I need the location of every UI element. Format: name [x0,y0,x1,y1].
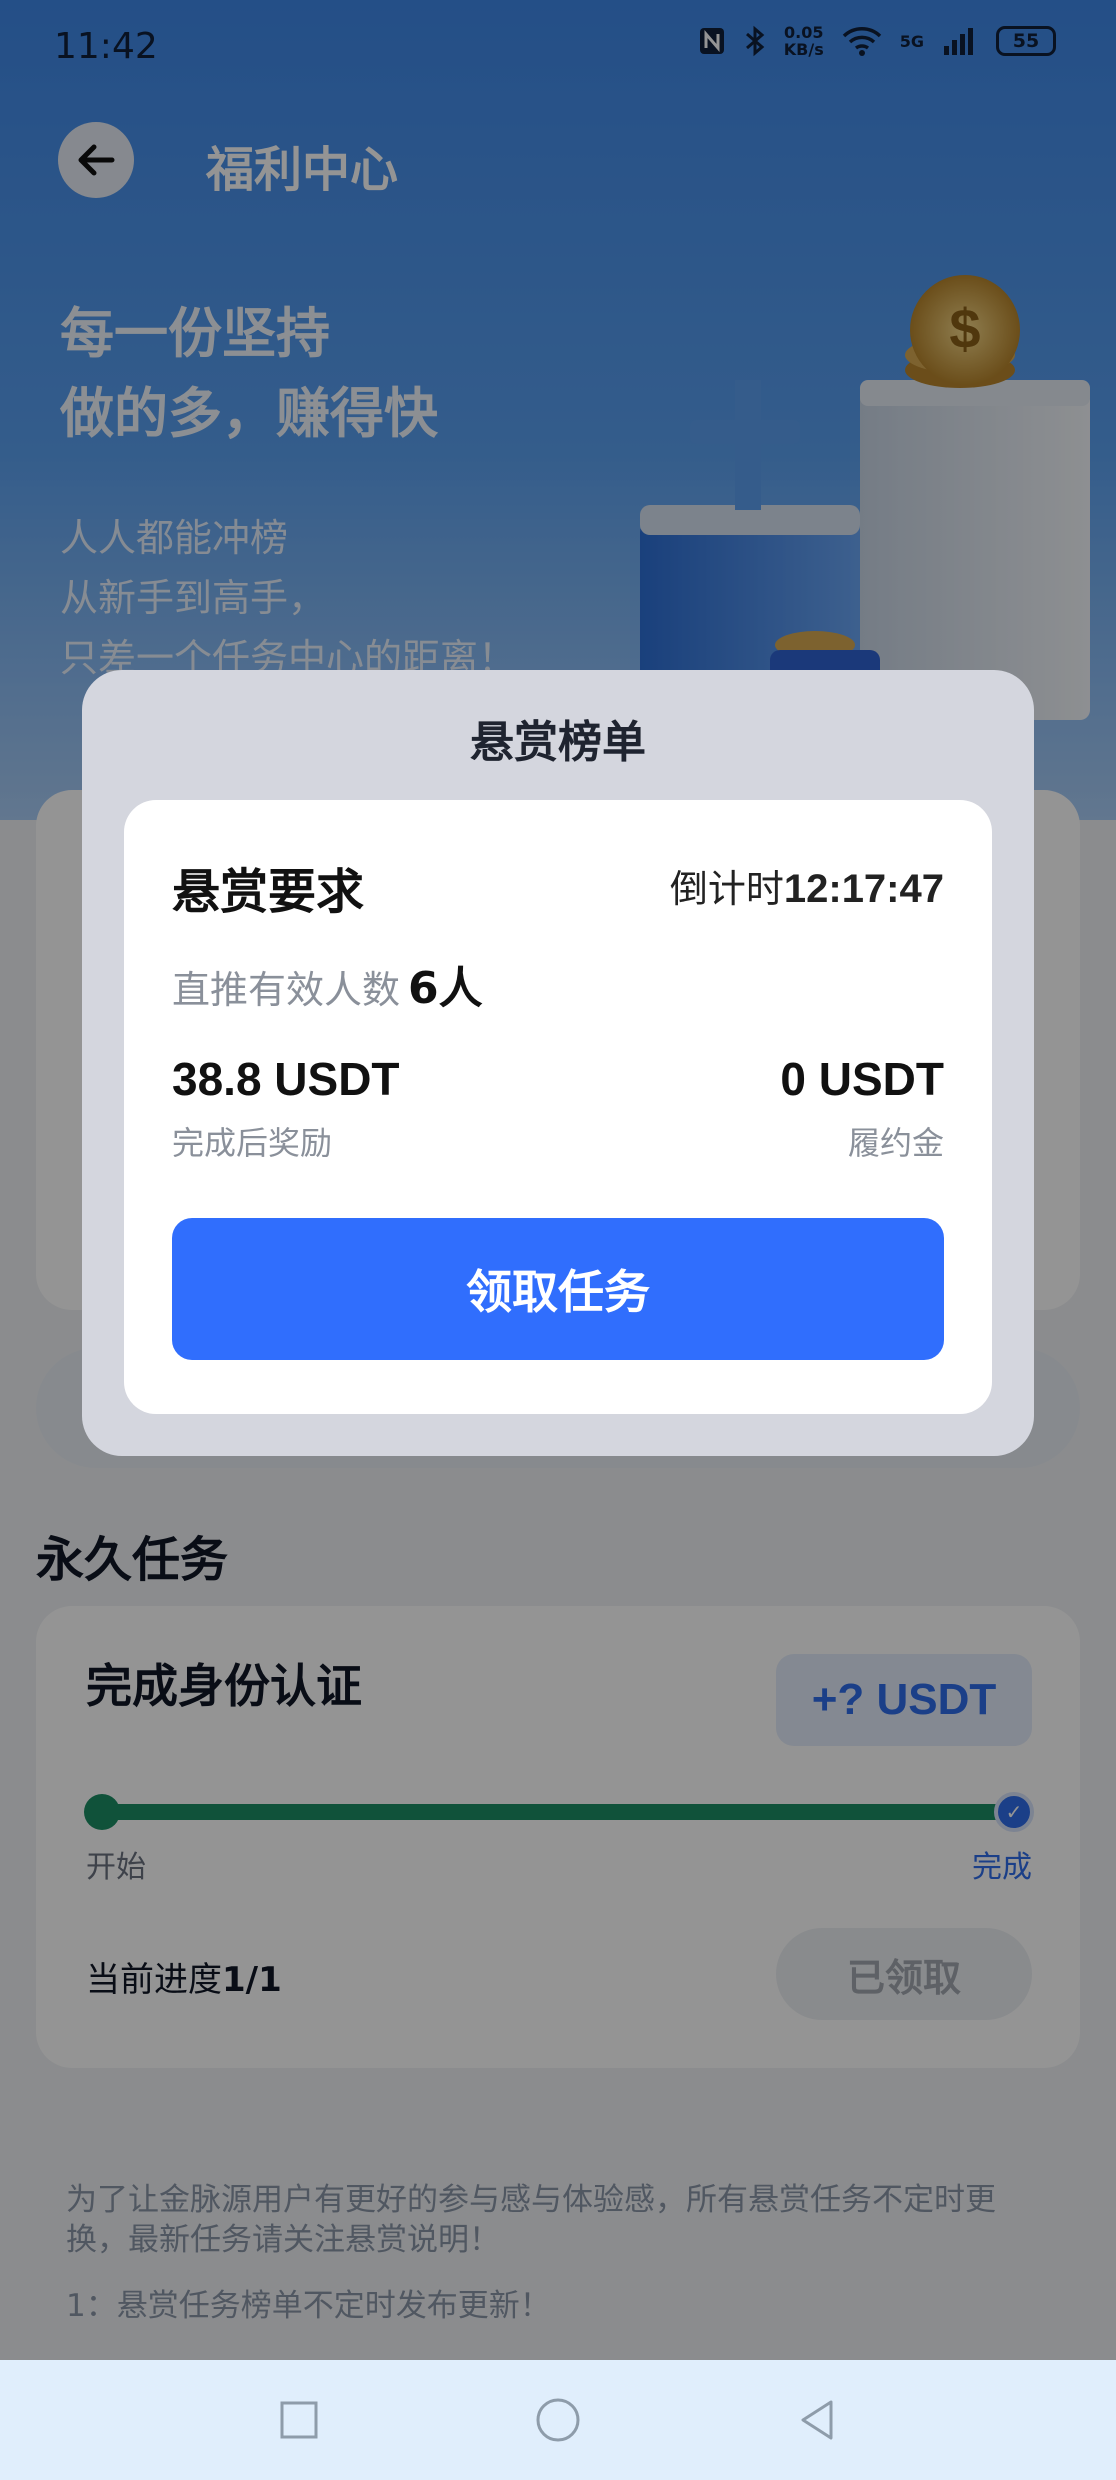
bounty-modal: 悬赏榜单 悬赏要求 倒计时12:17:47 直推有效人数 6人 38.8 USDT… [82,670,1034,1456]
deposit-label: 履约金 [847,1124,944,1162]
requirement-title: 悬赏要求 [172,864,365,920]
deposit-value: 0 USDT [780,1053,944,1105]
modal-title: 悬赏榜单 [470,717,646,768]
countdown-value: 12:17:47 [783,867,944,911]
requirement-label: 直推有效人数 [172,968,401,1012]
claim-task-button[interactable]: 领取任务 [172,1218,944,1360]
countdown: 倒计时12:17:47 [670,858,944,913]
countdown-label: 倒计时 [669,867,784,911]
bounty-card: 悬赏要求 倒计时12:17:47 直推有效人数 6人 38.8 USDT 完成后奖… [124,800,992,1414]
reward-label: 完成后奖励 [172,1124,333,1162]
reward-value: 38.8 USDT [172,1053,400,1105]
requirement-row: 直推有效人数 6人 [172,952,483,1016]
page: 11:42 0.05 KB/s 5G 55 福利中心 每一份坚持 做的多，赚得快 [0,0,1116,2480]
requirement-value: 6人 [408,963,483,1014]
nav-overlay-tint [0,2360,1116,2480]
